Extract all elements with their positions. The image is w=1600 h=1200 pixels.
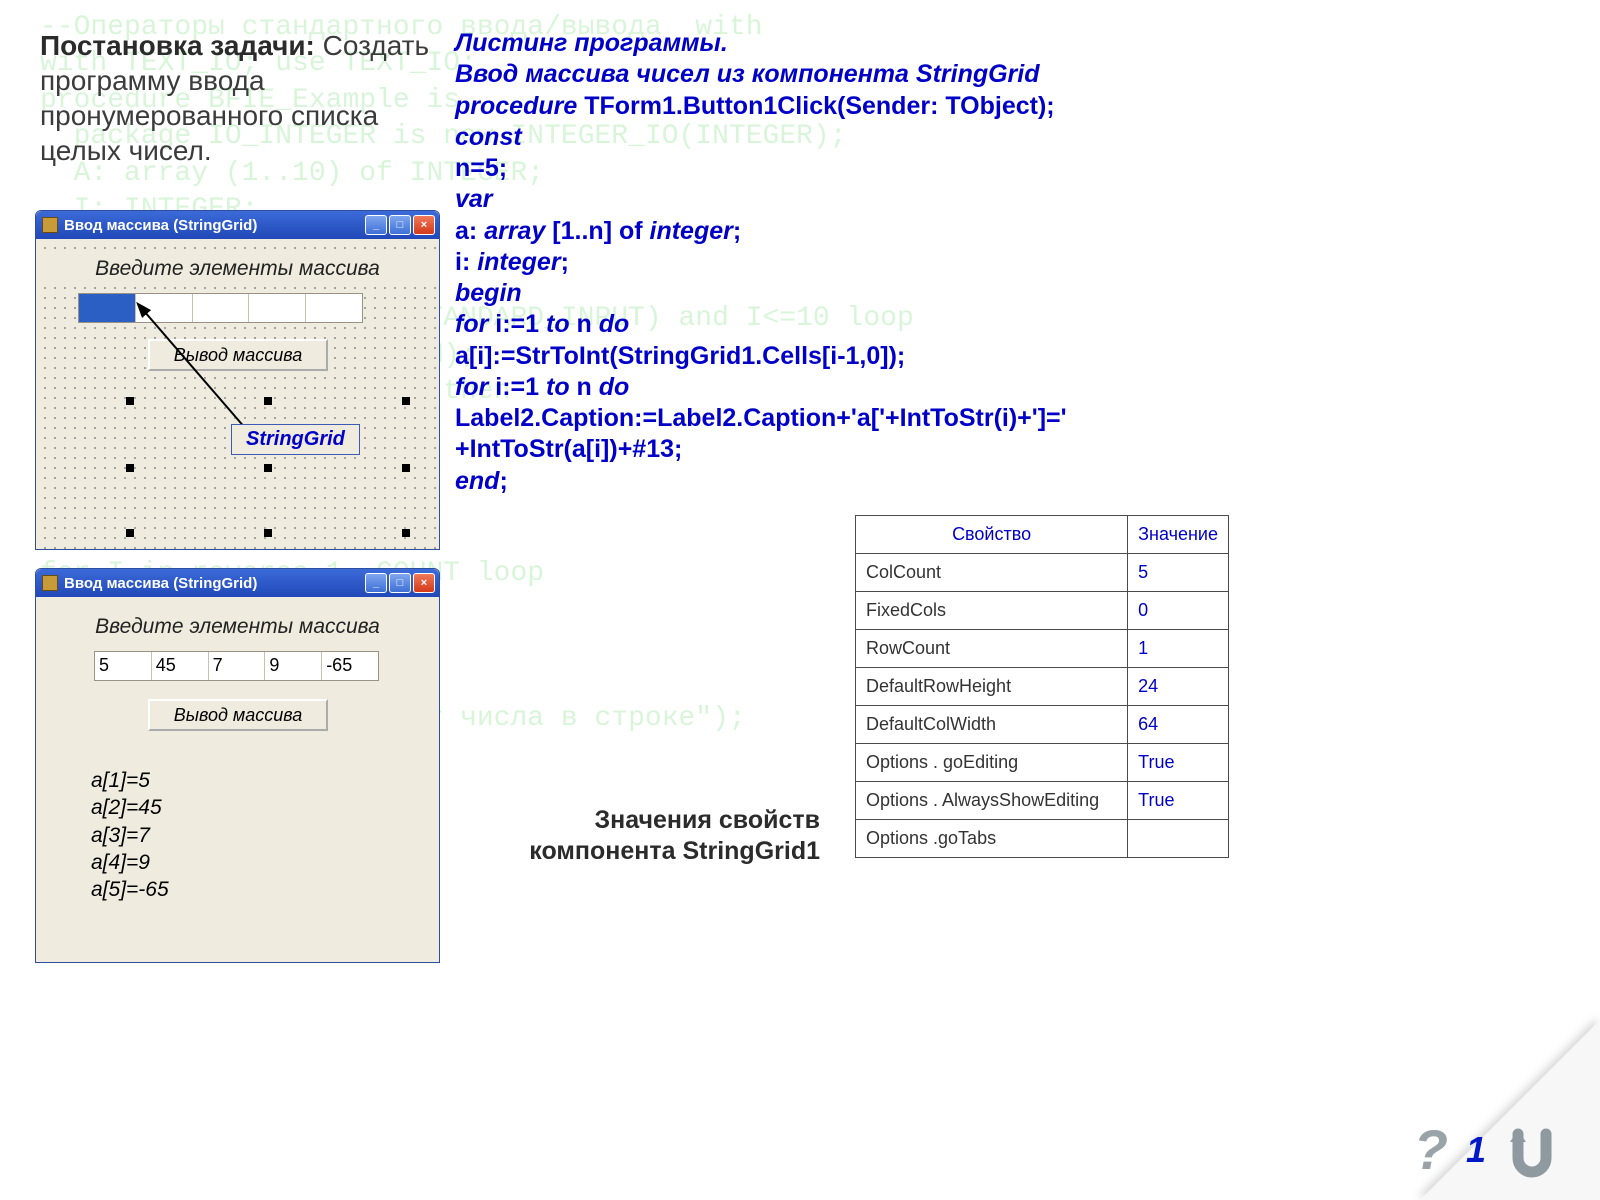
output-label: a[1]=5 a[2]=45 a[3]=7 a[4]=9 a[5]=-65 — [91, 767, 169, 903]
stringgrid-cell[interactable] — [136, 294, 193, 322]
stringgrid-runtime[interactable]: 5 45 7 9 -65 — [94, 651, 379, 681]
selection-handle — [264, 397, 272, 405]
return-icon[interactable] — [1504, 1122, 1560, 1178]
selection-handle — [264, 464, 272, 472]
stringgrid-cell[interactable] — [306, 294, 362, 322]
titlebar: Ввод массива (StringGrid) _ □ × — [36, 569, 439, 597]
form-designer-surface[interactable]: Введите элементы массива Вывод массива — [36, 239, 439, 549]
table-row: Options . goEditingTrue — [856, 744, 1229, 782]
output-line: a[5]=-65 — [91, 876, 169, 903]
window-title: Ввод массива (StringGrid) — [64, 575, 363, 592]
selection-handle — [402, 529, 410, 537]
table-row: ColCount5 — [856, 554, 1229, 592]
task-statement: Постановка задачи: Создать программу вво… — [40, 28, 440, 168]
output-line: a[4]=9 — [91, 849, 169, 876]
selection-handle — [402, 397, 410, 405]
table-row: DefaultColWidth64 — [856, 706, 1229, 744]
help-icon[interactable]: ? — [1414, 1117, 1448, 1182]
window-title: Ввод массива (StringGrid) — [64, 217, 363, 234]
selection-handle — [126, 397, 134, 405]
minimize-button[interactable]: _ — [365, 215, 387, 235]
table-row: DefaultRowHeight24 — [856, 668, 1229, 706]
properties-header-val: Значение — [1128, 516, 1229, 554]
app-icon — [42, 575, 58, 591]
stringgrid-cell[interactable] — [79, 294, 136, 322]
close-button[interactable]: × — [413, 573, 435, 593]
stringgrid-cell[interactable]: 45 — [152, 652, 209, 680]
properties-header-prop: Свойство — [856, 516, 1128, 554]
stringgrid-cell[interactable]: 5 — [95, 652, 152, 680]
stringgrid-annotation-label: StringGrid — [231, 424, 360, 455]
selection-handle — [264, 529, 272, 537]
stringgrid-cell[interactable]: -65 — [322, 652, 378, 680]
listing-title: Листинг программы. — [455, 28, 1175, 59]
output-line: a[3]=7 — [91, 822, 169, 849]
maximize-button[interactable]: □ — [389, 573, 411, 593]
titlebar: Ввод массива (StringGrid) _ □ × — [36, 211, 439, 239]
program-listing: Листинг программы. Ввод массива чисел из… — [455, 28, 1175, 497]
footer-nav: ? 1 — [1414, 1117, 1560, 1182]
output-line: a[2]=45 — [91, 794, 169, 821]
task-title: Постановка задачи: — [40, 30, 315, 61]
stringgrid-design[interactable] — [78, 293, 363, 323]
output-button[interactable]: Вывод массива — [148, 699, 328, 731]
maximize-button[interactable]: □ — [389, 215, 411, 235]
runtime-form-window: Ввод массива (StringGrid) _ □ × Введите … — [35, 568, 440, 963]
close-button[interactable]: × — [413, 215, 435, 235]
properties-caption: Значения свойств компонента StringGrid1 — [500, 805, 820, 868]
stringgrid-cell[interactable] — [249, 294, 306, 322]
stringgrid-cell[interactable] — [193, 294, 250, 322]
stringgrid-cell[interactable]: 7 — [209, 652, 266, 680]
output-button[interactable]: Вывод массива — [148, 339, 328, 371]
label-input-prompt: Введите элементы массива — [36, 257, 439, 281]
table-row: Options . AlwaysShowEditingTrue — [856, 782, 1229, 820]
table-row: Options .goTabs — [856, 820, 1229, 858]
stringgrid-cell[interactable]: 9 — [265, 652, 322, 680]
table-row: FixedCols0 — [856, 592, 1229, 630]
form-client-area: Введите элементы массива 5 45 7 9 -65 Вы… — [36, 597, 439, 962]
selection-handle — [126, 464, 134, 472]
properties-table: Свойство Значение ColCount5 FixedCols0 R… — [855, 515, 1229, 858]
minimize-button[interactable]: _ — [365, 573, 387, 593]
page-number: 1 — [1466, 1129, 1486, 1171]
label-input-prompt: Введите элементы массива — [36, 615, 439, 639]
design-form-window: Ввод массива (StringGrid) _ □ × Введите … — [35, 210, 440, 550]
table-row: RowCount1 — [856, 630, 1229, 668]
app-icon — [42, 217, 58, 233]
listing-subtitle: Ввод массива чисел из компонента StringG… — [455, 59, 1175, 90]
selection-handle — [126, 529, 134, 537]
selection-handle — [402, 464, 410, 472]
output-line: a[1]=5 — [91, 767, 169, 794]
